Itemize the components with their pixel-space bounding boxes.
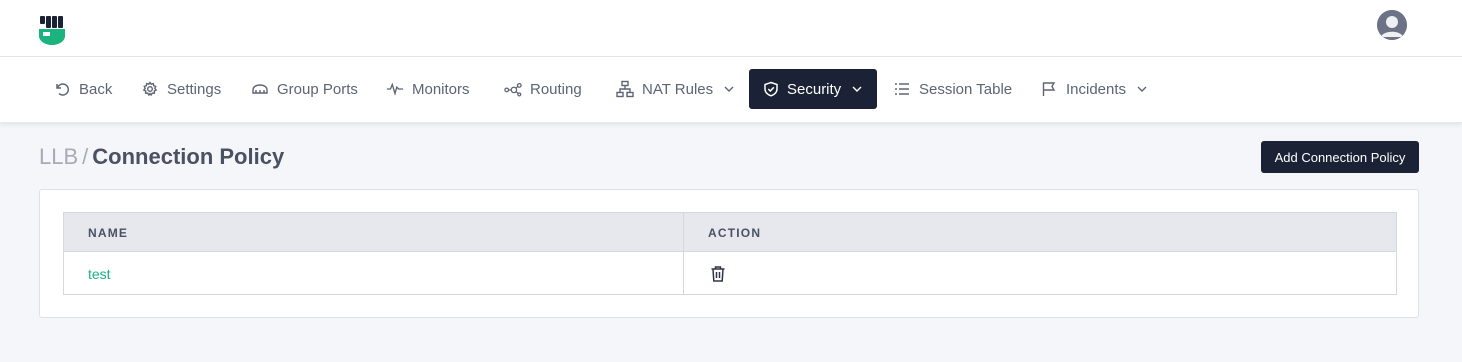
nav-back-label: Back (79, 80, 113, 98)
pulse-icon (386, 80, 404, 98)
page-title: Connection Policy (92, 144, 285, 169)
nav-routing-label: Routing (530, 80, 582, 98)
nav-security[interactable]: Security (749, 69, 877, 109)
nav-monitors-label: Monitors (412, 80, 470, 98)
brand-logo-icon[interactable] (38, 14, 68, 46)
policy-table: NAME ACTION test (63, 212, 1397, 295)
undo-arrow-icon (53, 80, 71, 98)
column-header-name[interactable]: NAME (88, 213, 128, 252)
nav-settings-label: Settings (167, 80, 222, 98)
column-header-action: ACTION (708, 225, 762, 240)
action-cell (710, 252, 726, 295)
flag-icon (1040, 80, 1058, 98)
module-navbar: Back Settings Group Ports Monitors Routi… (0, 57, 1462, 123)
nav-session-table-label: Session Table (919, 80, 1013, 98)
nav-security-label: Security (787, 80, 842, 98)
list-icon (893, 80, 911, 98)
port-hub-icon (251, 80, 269, 98)
nav-session-table[interactable]: Session Table (893, 69, 1012, 109)
add-connection-policy-button[interactable]: Add Connection Policy (1261, 141, 1419, 173)
nav-nat-rules-label: NAT Rules (642, 80, 714, 98)
user-avatar-icon[interactable] (1377, 10, 1407, 40)
table-header: NAME ACTION (64, 213, 1396, 252)
policy-table-card: NAME ACTION test (39, 189, 1419, 318)
breadcrumb-root[interactable]: LLB (39, 144, 78, 169)
nav-monitors[interactable]: Monitors (386, 69, 470, 109)
nav-nat-rules[interactable]: NAT Rules (616, 69, 735, 109)
nav-group-ports-label: Group Ports (277, 80, 358, 98)
nav-incidents[interactable]: Incidents (1040, 69, 1148, 109)
shield-check-icon (763, 80, 779, 98)
trash-icon[interactable] (710, 265, 726, 283)
nav-routing[interactable]: Routing (504, 69, 582, 109)
nav-group-ports[interactable]: Group Ports (251, 69, 358, 109)
nav-settings[interactable]: Settings (141, 69, 221, 109)
chevron-down-icon (1136, 83, 1148, 95)
gear-icon (141, 80, 159, 98)
breadcrumb: LLB / Connection Policy (39, 143, 284, 171)
top-header (0, 0, 1462, 57)
chevron-down-icon (723, 83, 735, 95)
policy-name-link[interactable]: test (88, 266, 111, 282)
chevron-down-icon (851, 83, 863, 95)
nav-incidents-label: Incidents (1066, 80, 1127, 98)
nav-back[interactable]: Back (53, 69, 112, 109)
policy-name-cell: test (88, 252, 111, 295)
column-divider (683, 213, 684, 294)
network-tree-icon (616, 80, 634, 98)
breadcrumb-separator: / (82, 144, 89, 169)
routing-nodes-icon (504, 80, 522, 98)
